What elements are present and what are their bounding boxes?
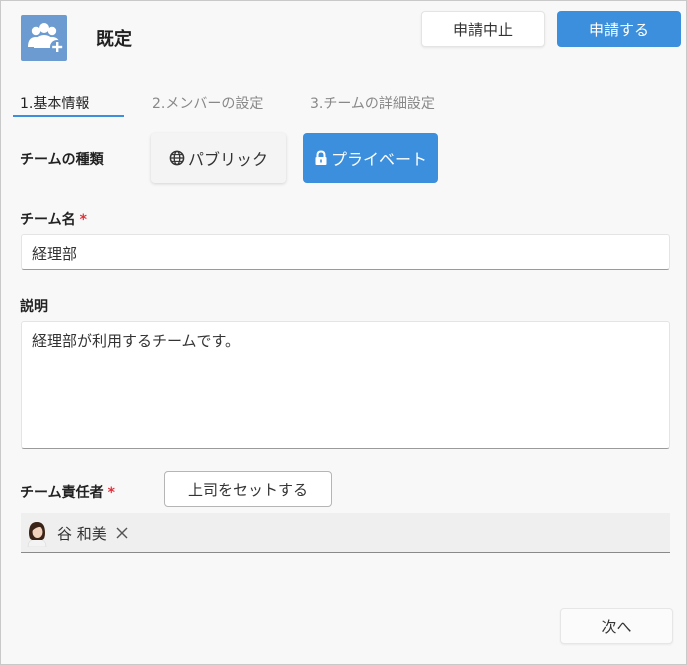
lock-icon bbox=[315, 150, 327, 165]
team-type-label: チームの種類 bbox=[20, 152, 104, 168]
page-title: 既定 bbox=[96, 29, 132, 50]
globe-icon bbox=[169, 150, 185, 166]
avatar bbox=[25, 519, 49, 547]
owner-chip: 谷 和美 bbox=[25, 519, 129, 547]
remove-icon[interactable] bbox=[115, 526, 129, 540]
required-mark: * bbox=[79, 212, 87, 228]
next-button[interactable]: 次へ bbox=[560, 608, 673, 644]
description-textarea[interactable]: 経理部が利用するチームです。 bbox=[21, 321, 670, 449]
description-label: 説明 bbox=[20, 299, 48, 315]
private-type-label: プライベート bbox=[330, 150, 427, 169]
owner-name: 谷 和美 bbox=[57, 524, 107, 543]
public-type-label: パブリック bbox=[187, 150, 268, 169]
team-owner-field[interactable]: 谷 和美 bbox=[21, 513, 670, 553]
tab-team-detail-settings[interactable]: 3.チームの詳細設定 bbox=[310, 93, 435, 113]
tab-member-settings[interactable]: 2.メンバーの設定 bbox=[152, 93, 263, 113]
cancel-request-button[interactable]: 申請中止 bbox=[421, 11, 545, 47]
set-boss-button[interactable]: 上司をセットする bbox=[164, 471, 332, 507]
team-add-icon bbox=[21, 15, 67, 61]
tab-basic-info[interactable]: 1.基本情報 bbox=[20, 93, 89, 113]
active-tab-indicator bbox=[13, 115, 124, 117]
required-mark: * bbox=[107, 485, 115, 501]
dialog: 既定 申請中止 申請する 1.基本情報 2.メンバーの設定 3.チームの詳細設定… bbox=[0, 0, 687, 665]
team-name-input[interactable]: 経理部 bbox=[21, 234, 670, 270]
submit-request-button[interactable]: 申請する bbox=[557, 11, 681, 47]
private-type-button[interactable]: プライベート bbox=[303, 133, 438, 183]
public-type-button[interactable]: パブリック bbox=[151, 133, 286, 183]
team-name-label: チーム名 * bbox=[20, 212, 87, 228]
team-owner-label: チーム責任者 * bbox=[20, 485, 115, 501]
